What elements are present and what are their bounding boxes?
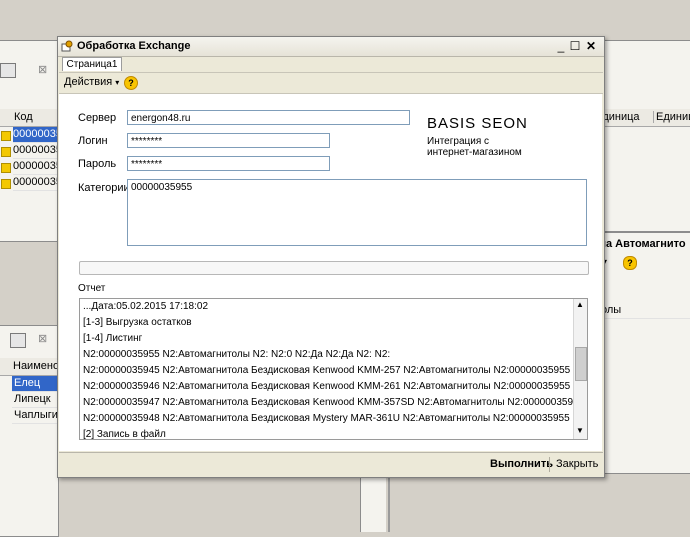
filter-icon[interactable] xyxy=(10,333,26,348)
server-label: Сервер xyxy=(78,112,117,124)
logo-subtitle-2: интернет-магазином xyxy=(427,147,522,158)
dialog-titlebar: Обработка Exchange _ ☐ ✕ xyxy=(58,37,604,57)
table-row[interactable]: Чаплыгин xyxy=(12,408,60,424)
background-panel-bottom xyxy=(388,478,690,532)
row-icon xyxy=(1,179,11,189)
dropdown-arrow-icon: ▾ xyxy=(115,78,120,87)
background-window-left-top: ⊠ Код 00000035 00000035 00000035 0000003… xyxy=(0,40,59,242)
row-icon xyxy=(1,163,11,173)
logo-subtitle-1: Интеграция с xyxy=(427,136,490,147)
scroll-down-icon[interactable]: ▼ xyxy=(576,426,584,435)
actions-menu-button[interactable]: Действия ▾ xyxy=(64,76,119,88)
report-line: [1-4] Листинг xyxy=(83,333,143,344)
grid-header: Наименов xyxy=(0,358,65,376)
report-line: N2:00000035955 N2:Автомагнитолы N2: N2:0… xyxy=(83,349,391,360)
progress-bar xyxy=(79,261,589,275)
categories-label: Категории xyxy=(78,182,130,194)
actions-menu-label: Действия xyxy=(64,76,113,88)
categories-textarea[interactable]: 00000035955 xyxy=(127,179,587,246)
report-line: N2:00000035948 N2:Автомагнитола Бездиско… xyxy=(83,413,588,424)
maximize-icon[interactable]: ☐ xyxy=(568,39,582,53)
question-icon[interactable]: ? xyxy=(124,76,138,90)
table-row[interactable]: 00000035 xyxy=(13,143,58,159)
background-window-right-top: Единица Единица xyxy=(595,40,690,232)
list-item[interactable]: олы xyxy=(601,303,690,319)
column-header-code: Код xyxy=(14,111,33,123)
row-icon xyxy=(1,131,11,141)
report-line: [1-3] Выгрузка остатков xyxy=(83,317,192,328)
password-label: Пароль xyxy=(78,158,117,170)
scroll-thumb[interactable] xyxy=(575,347,587,381)
report-textbox[interactable]: ...Дата:05.02.2015 17:18:02 [1-3] Выгруз… xyxy=(79,298,588,440)
server-input[interactable]: energon48.ru xyxy=(127,110,410,125)
table-row[interactable]: 00000035 xyxy=(13,175,58,191)
close-button[interactable]: Закрыть xyxy=(556,458,598,470)
form-body: Сервер energon48.ru Логин ******** Парол… xyxy=(59,94,602,451)
dialog-footer: Выполнить Закрыть xyxy=(59,452,603,477)
tab-strip: Страница1 xyxy=(61,57,601,71)
footer-separator xyxy=(549,457,550,472)
basis-seon-logo: BASIS SEON Интеграция с интернет-магазин… xyxy=(419,109,585,167)
grid-header: Единица Единица xyxy=(595,109,690,127)
background-window-left-bottom: ⊠ Наименов Елец Липецк Чаплыгин xyxy=(0,325,65,537)
report-line: N2:00000035947 N2:Автомагнитола Бездиско… xyxy=(83,397,588,408)
report-label: Отчет xyxy=(78,283,106,294)
background-window-strip xyxy=(360,476,386,532)
table-row[interactable]: 00000035 xyxy=(13,159,58,175)
filter-clear-icon[interactable]: ⊠ xyxy=(38,63,52,76)
execute-button[interactable]: Выполнить xyxy=(490,458,553,470)
scroll-up-icon[interactable]: ▲ xyxy=(576,300,584,309)
password-input[interactable]: ******** xyxy=(127,156,330,171)
login-input[interactable]: ******** xyxy=(127,133,330,148)
filter-icon[interactable] xyxy=(0,63,16,78)
logo-title: BASIS SEON xyxy=(427,115,528,132)
filter-clear-icon[interactable]: ⊠ xyxy=(38,332,47,345)
report-line: N2:00000035946 N2:Автомагнитола Бездиско… xyxy=(83,381,588,392)
command-bar: Действия ▾ ? xyxy=(59,72,603,94)
row-icon xyxy=(1,147,11,157)
close-icon[interactable]: ✕ xyxy=(584,39,598,53)
tab-page1[interactable]: Страница1 xyxy=(62,57,122,71)
login-label: Логин xyxy=(78,135,108,147)
column-header-unit-2: Единица xyxy=(653,111,690,123)
report-scrollbar[interactable]: ▲ ▼ xyxy=(573,299,587,439)
table-row[interactable]: 00000035 xyxy=(13,127,58,143)
grid-header: Код xyxy=(0,109,58,127)
report-line: N2:00000035945 N2:Автомагнитола Бездиско… xyxy=(83,365,588,376)
exchange-dialog: Обработка Exchange _ ☐ ✕ Страница1 Дейст… xyxy=(57,36,605,478)
minimize-icon[interactable]: _ xyxy=(554,39,568,53)
question-icon[interactable]: ? xyxy=(623,256,637,270)
report-line: [2] Запись в файл xyxy=(83,429,166,440)
window-title: ла Автомагнито xyxy=(599,238,686,250)
dialog-title: Обработка Exchange xyxy=(77,40,191,52)
processing-icon xyxy=(61,40,73,52)
background-window-right-mid: ла Автомагнито ? ▾ олы xyxy=(599,232,690,474)
table-row[interactable]: Елец xyxy=(12,376,60,392)
report-line: ...Дата:05.02.2015 17:18:02 xyxy=(83,301,209,312)
table-row[interactable]: Липецк xyxy=(12,392,60,408)
